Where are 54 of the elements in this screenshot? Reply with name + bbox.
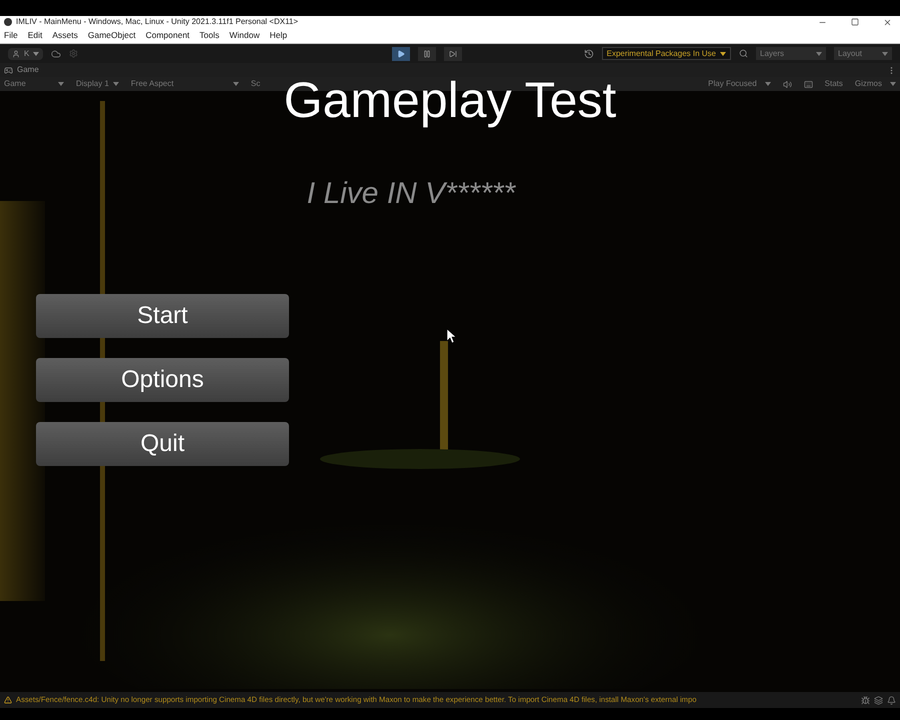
menu-button[interactable]: Options (36, 358, 289, 402)
menu-item[interactable]: Window (229, 29, 260, 42)
caret-icon (764, 82, 771, 86)
menu-item[interactable]: Component (146, 29, 190, 42)
speaker-icon[interactable] (782, 80, 792, 88)
bell-icon[interactable] (887, 696, 896, 704)
account-dropdown[interactable]: K (8, 48, 44, 60)
play-button[interactable] (392, 46, 410, 60)
gizmos-dropdown[interactable]: Gizmos (854, 78, 896, 90)
search-icon[interactable] (739, 49, 748, 58)
game-tab[interactable]: Game (4, 64, 39, 76)
app-logo-icon (4, 18, 12, 26)
caret-icon (58, 82, 64, 86)
caret-icon (232, 82, 239, 86)
play-icon (396, 50, 405, 58)
overlay-caption: Gameplay Test (284, 75, 616, 125)
caret-icon (816, 52, 822, 56)
caret-icon (720, 52, 726, 56)
caret-icon (112, 82, 119, 86)
keyboard-icon[interactable] (804, 80, 813, 88)
step-icon (448, 50, 457, 58)
menu-button[interactable]: Quit (36, 422, 289, 466)
gamepad-icon (4, 66, 13, 74)
view-dropdown[interactable]: Game (4, 78, 64, 90)
menu-item[interactable]: Tools (200, 29, 220, 42)
aspect-dropdown[interactable]: Free Aspect (130, 78, 239, 90)
play-mode-dropdown[interactable]: Play Focused (708, 78, 771, 90)
caret-icon (890, 82, 896, 86)
warning-icon (4, 696, 12, 704)
menu-button[interactable]: Start (36, 294, 289, 338)
maximize-icon[interactable] (851, 18, 859, 26)
menu-item[interactable]: Edit (28, 29, 42, 42)
pause-button[interactable] (418, 46, 436, 60)
game-subtitle: I Live IN V****** (306, 176, 516, 212)
caret-icon (33, 52, 40, 56)
window-title: IMLIV - MainMenu - Windows, Mac, Linux - Unity 2021.3.11f1 Personal <DX11> (16, 16, 298, 28)
layers-icon[interactable] (874, 696, 883, 704)
cloud-icon[interactable] (51, 48, 62, 58)
account-icon (12, 50, 20, 58)
cursor-icon (447, 329, 456, 343)
packages-notice-button[interactable]: Experimental Packages In Use (602, 47, 731, 60)
bug-icon[interactable] (861, 696, 870, 704)
caret-icon (882, 52, 888, 56)
display-dropdown[interactable]: Display 1 (76, 78, 119, 90)
stats-button[interactable]: Stats (824, 78, 843, 90)
menu-item[interactable]: File (4, 29, 18, 42)
step-button[interactable] (444, 46, 462, 60)
pause-icon (422, 50, 431, 58)
close-icon[interactable] (883, 18, 892, 26)
scale-label: Sc (250, 78, 260, 90)
history-icon[interactable] (584, 48, 594, 58)
menu-item[interactable]: Help (270, 29, 288, 42)
menu-item[interactable]: GameObject (88, 29, 136, 42)
menu-item[interactable]: Assets (52, 29, 78, 42)
